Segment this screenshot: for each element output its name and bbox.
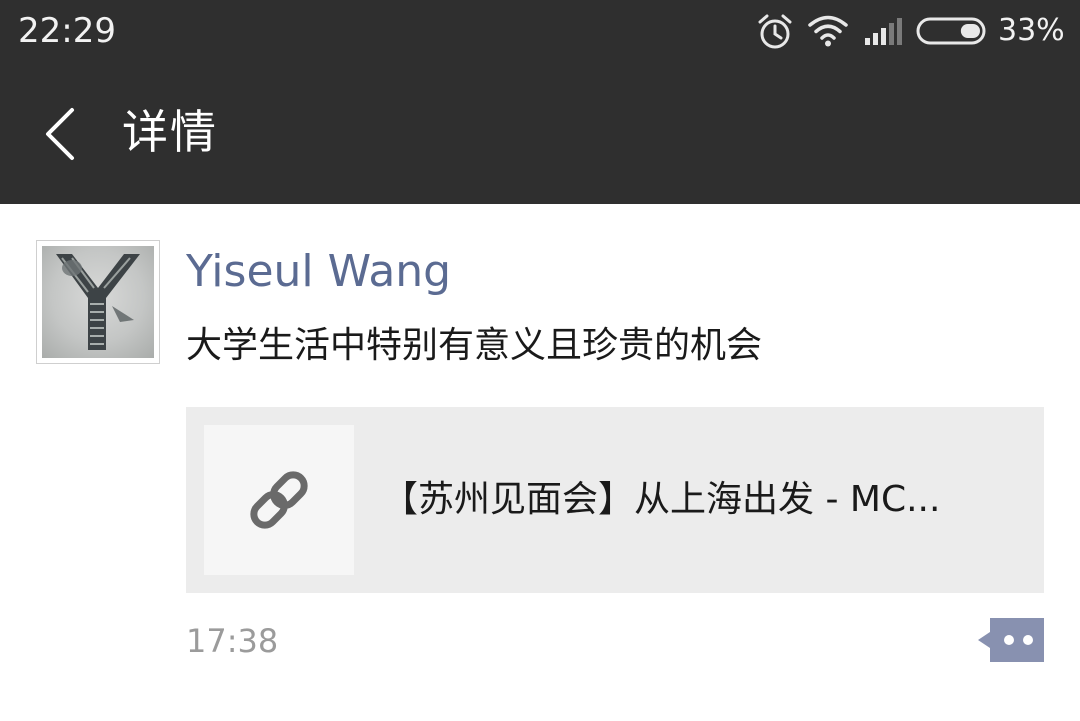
alarm-icon [756, 13, 794, 55]
status-time: 22:29 [18, 11, 116, 51]
chevron-left-icon [46, 108, 74, 160]
link-icon [250, 471, 308, 529]
status-bar: 22:29 33% [0, 0, 1080, 66]
battery-icon [916, 16, 990, 50]
post-text: 大学生活中特别有意义且珍贵的机会 [186, 325, 763, 366]
battery-percent: 33% [998, 13, 1065, 48]
comment-button[interactable] [976, 616, 1046, 666]
page-title: 详情 [122, 105, 218, 159]
app-header: 详情 [0, 66, 1080, 204]
signal-icon [864, 16, 904, 50]
avatar-image [42, 246, 154, 358]
comment-more-icon [978, 618, 1044, 662]
post-time: 17:38 [186, 622, 279, 660]
wifi-icon [808, 14, 848, 52]
link-card[interactable]: 【苏州见面会】从上海出发 - MC... [186, 407, 1044, 593]
link-thumbnail [204, 425, 354, 575]
avatar[interactable] [36, 240, 160, 364]
link-title: 【苏州见面会】从上海出发 - MC... [382, 479, 941, 520]
back-button[interactable] [28, 94, 92, 174]
author-name[interactable]: Yiseul Wang [186, 244, 451, 300]
